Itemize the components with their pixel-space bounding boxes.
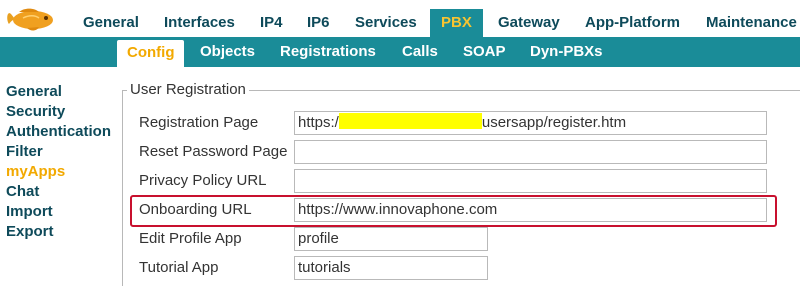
privacy-policy-url-label: Privacy Policy URL: [139, 172, 267, 189]
registration-page-label: Registration Page: [139, 114, 259, 131]
registration-page-input[interactable]: https:/ usersapp/register.htm: [294, 111, 767, 135]
sidebar: General Security Authentication Filter m…: [6, 82, 111, 242]
top-tab-app-platform[interactable]: App-Platform: [585, 9, 680, 37]
goldfish-logo-icon: [7, 8, 53, 31]
top-tab-ip6[interactable]: IP6: [307, 9, 330, 37]
top-tab-gateway[interactable]: Gateway: [498, 9, 560, 37]
top-tab-general[interactable]: General: [83, 9, 139, 37]
sub-tab-objects[interactable]: Objects: [200, 37, 255, 67]
sidebar-item-export[interactable]: Export: [6, 222, 111, 242]
sub-tab-dyn-pbxs[interactable]: Dyn-PBXs: [530, 37, 603, 67]
redaction-highlight: [338, 113, 482, 129]
top-tab-maintenance[interactable]: Maintenance: [706, 9, 797, 37]
onboarding-url-label: Onboarding URL: [139, 201, 252, 218]
sub-nav-bar: Config Objects Registrations Calls SOAP …: [0, 37, 800, 67]
reset-password-page-input[interactable]: [294, 140, 767, 164]
fieldset-legend: User Registration: [127, 81, 249, 99]
sub-tab-calls[interactable]: Calls: [402, 37, 438, 67]
sidebar-item-security[interactable]: Security: [6, 102, 111, 122]
registration-page-value-suffix: usersapp/register.htm: [481, 114, 627, 131]
tutorial-app-label: Tutorial App: [139, 259, 219, 276]
top-tab-ip4[interactable]: IP4: [260, 9, 283, 37]
edit-profile-app-input[interactable]: profile: [294, 227, 488, 251]
reset-password-page-label: Reset Password Page: [139, 143, 288, 160]
sidebar-item-chat[interactable]: Chat: [6, 182, 111, 202]
sidebar-item-filter[interactable]: Filter: [6, 142, 111, 162]
sub-tab-registrations[interactable]: Registrations: [280, 37, 376, 67]
onboarding-url-input[interactable]: https://www.innovaphone.com: [294, 198, 767, 222]
sub-tab-soap[interactable]: SOAP: [463, 37, 506, 67]
sub-tab-config[interactable]: Config: [117, 40, 185, 67]
privacy-policy-url-input[interactable]: [294, 169, 767, 193]
top-tab-interfaces[interactable]: Interfaces: [164, 9, 235, 37]
tutorial-app-input[interactable]: tutorials: [294, 256, 488, 280]
sidebar-item-general[interactable]: General: [6, 82, 111, 102]
top-bar: General Interfaces IP4 IP6 Services PBX …: [0, 0, 800, 37]
sidebar-item-authentication[interactable]: Authentication: [6, 122, 111, 142]
top-tab-services[interactable]: Services: [355, 9, 417, 37]
top-tab-pbx[interactable]: PBX: [430, 9, 483, 37]
edit-profile-app-label: Edit Profile App: [139, 230, 242, 247]
registration-page-value-prefix: https:/: [298, 114, 339, 131]
sidebar-item-import[interactable]: Import: [6, 202, 111, 222]
sidebar-item-myapps[interactable]: myApps: [6, 162, 111, 182]
